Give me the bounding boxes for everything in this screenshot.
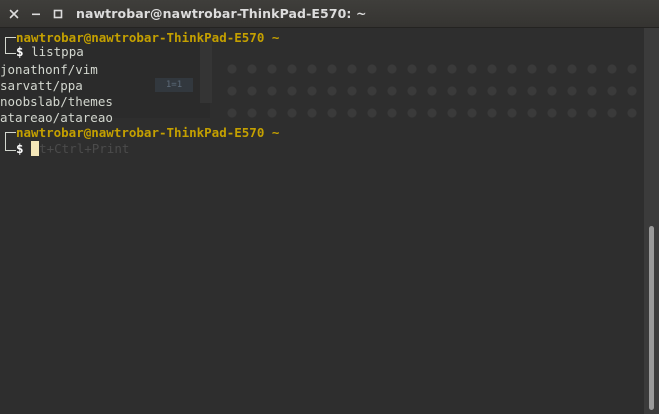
prompt-corner-bottom: [2, 44, 16, 60]
terminal-window: nawtrobar@nawtrobar-ThinkPad-E570: ~ 1=1…: [0, 0, 659, 414]
command-line: $ listppa: [2, 44, 84, 60]
prompt-line-2: nawtrobar@nawtrobar-ThinkPad-E570 ~: [2, 125, 280, 142]
command-text: listppa: [31, 44, 84, 59]
vertical-scrollbar[interactable]: [644, 28, 659, 414]
input-line[interactable]: $ t+Ctrl+Print: [2, 141, 129, 157]
prompt-corner-top: [2, 125, 16, 142]
output-line: noobslab/themes: [0, 94, 113, 109]
ghost-chip: 1=1: [155, 78, 193, 92]
prompt-path: ~: [264, 30, 280, 45]
terminal-area[interactable]: 1=1 nawtrobar@nawtrobar-ThinkPad-E570 ~ …: [0, 28, 644, 414]
close-icon[interactable]: [6, 6, 22, 22]
output-line: jonathonf/vim: [0, 62, 98, 77]
scrollbar-thumb[interactable]: [649, 226, 654, 410]
ghost-text: t+Ctrl+Print: [39, 141, 130, 156]
window-title: nawtrobar@nawtrobar-ThinkPad-E570: ~: [76, 6, 367, 21]
text-cursor: [31, 141, 40, 156]
minimize-icon[interactable]: [28, 6, 44, 22]
ghost-bar: [200, 38, 212, 103]
output-line: atareao/atareao: [0, 110, 113, 125]
prompt-user: nawtrobar@nawtrobar-ThinkPad-E570: [16, 125, 265, 140]
prompt-user: nawtrobar@nawtrobar-ThinkPad-E570: [16, 30, 265, 45]
title-bar[interactable]: nawtrobar@nawtrobar-ThinkPad-E570: ~: [0, 0, 659, 28]
maximize-icon[interactable]: [50, 6, 66, 22]
prompt-dollar: $: [16, 44, 32, 59]
prompt-corner-bottom: [2, 141, 16, 157]
transparent-background: 1=1: [0, 28, 644, 414]
output-line: sarvatt/ppa: [0, 78, 83, 93]
ghost-dots: [222, 58, 642, 118]
prompt-dollar: $: [16, 141, 32, 156]
prompt-path: ~: [264, 125, 280, 140]
